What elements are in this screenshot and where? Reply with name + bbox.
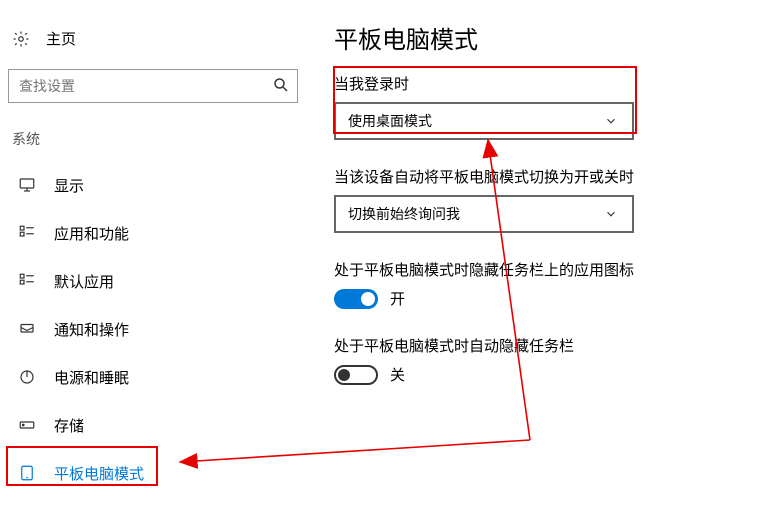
storage-icon	[18, 416, 36, 434]
apps-icon	[18, 224, 36, 242]
sidebar-item-label: 存储	[54, 415, 84, 436]
sidebar: 主页 系统 显示 应用和功能	[0, 0, 300, 508]
login-mode-dropdown[interactable]: 使用桌面模式	[334, 102, 634, 140]
sidebar-item-storage[interactable]: 存储	[8, 401, 300, 449]
sidebar-item-label: 应用和功能	[54, 223, 129, 244]
switch-mode-label: 当该设备自动将平板电脑模式切换为开或关时	[334, 166, 725, 187]
sidebar-item-label: 默认应用	[54, 271, 114, 292]
sidebar-item-power[interactable]: 电源和睡眠	[8, 353, 300, 401]
home-row[interactable]: 主页	[8, 20, 300, 57]
hide-icons-label: 处于平板电脑模式时隐藏任务栏上的应用图标	[334, 259, 725, 280]
monitor-icon	[18, 176, 36, 194]
category-label: 系统	[8, 123, 300, 155]
switch-mode-dropdown[interactable]: 切换前始终询问我	[334, 195, 634, 233]
sidebar-item-display[interactable]: 显示	[8, 161, 300, 209]
toggle-state-label: 开	[390, 288, 405, 309]
toggle-state-label: 关	[390, 364, 405, 385]
chevron-down-icon	[602, 112, 620, 130]
sidebar-item-label: 显示	[54, 175, 84, 196]
page-title: 平板电脑模式	[334, 20, 725, 55]
hide-icons-toggle[interactable]	[334, 289, 378, 309]
main-panel: 平板电脑模式 当我登录时 使用桌面模式 当该设备自动将平板电脑模式切换为开或关时…	[300, 0, 765, 508]
sidebar-item-notifications[interactable]: 通知和操作	[8, 305, 300, 353]
default-apps-icon	[18, 272, 36, 290]
notification-icon	[18, 320, 36, 338]
sidebar-item-label: 电源和睡眠	[54, 367, 129, 388]
power-icon	[18, 368, 36, 386]
sidebar-item-label: 平板电脑模式	[54, 463, 144, 484]
sidebar-item-apps[interactable]: 应用和功能	[8, 209, 300, 257]
gear-icon	[12, 30, 30, 48]
sidebar-item-label: 通知和操作	[54, 319, 129, 340]
home-label: 主页	[46, 28, 76, 49]
sidebar-item-default-apps[interactable]: 默认应用	[8, 257, 300, 305]
chevron-down-icon	[602, 205, 620, 223]
hide-taskbar-label: 处于平板电脑模式时自动隐藏任务栏	[334, 335, 725, 356]
hide-taskbar-toggle[interactable]	[334, 365, 378, 385]
sidebar-item-tablet-mode[interactable]: 平板电脑模式	[8, 449, 300, 497]
search-icon[interactable]	[272, 76, 290, 94]
dropdown-value: 切换前始终询问我	[348, 204, 460, 224]
search-input[interactable]	[8, 69, 298, 103]
tablet-icon	[18, 464, 36, 482]
dropdown-value: 使用桌面模式	[348, 111, 432, 131]
search-wrap	[8, 69, 298, 103]
login-mode-label: 当我登录时	[334, 73, 725, 94]
